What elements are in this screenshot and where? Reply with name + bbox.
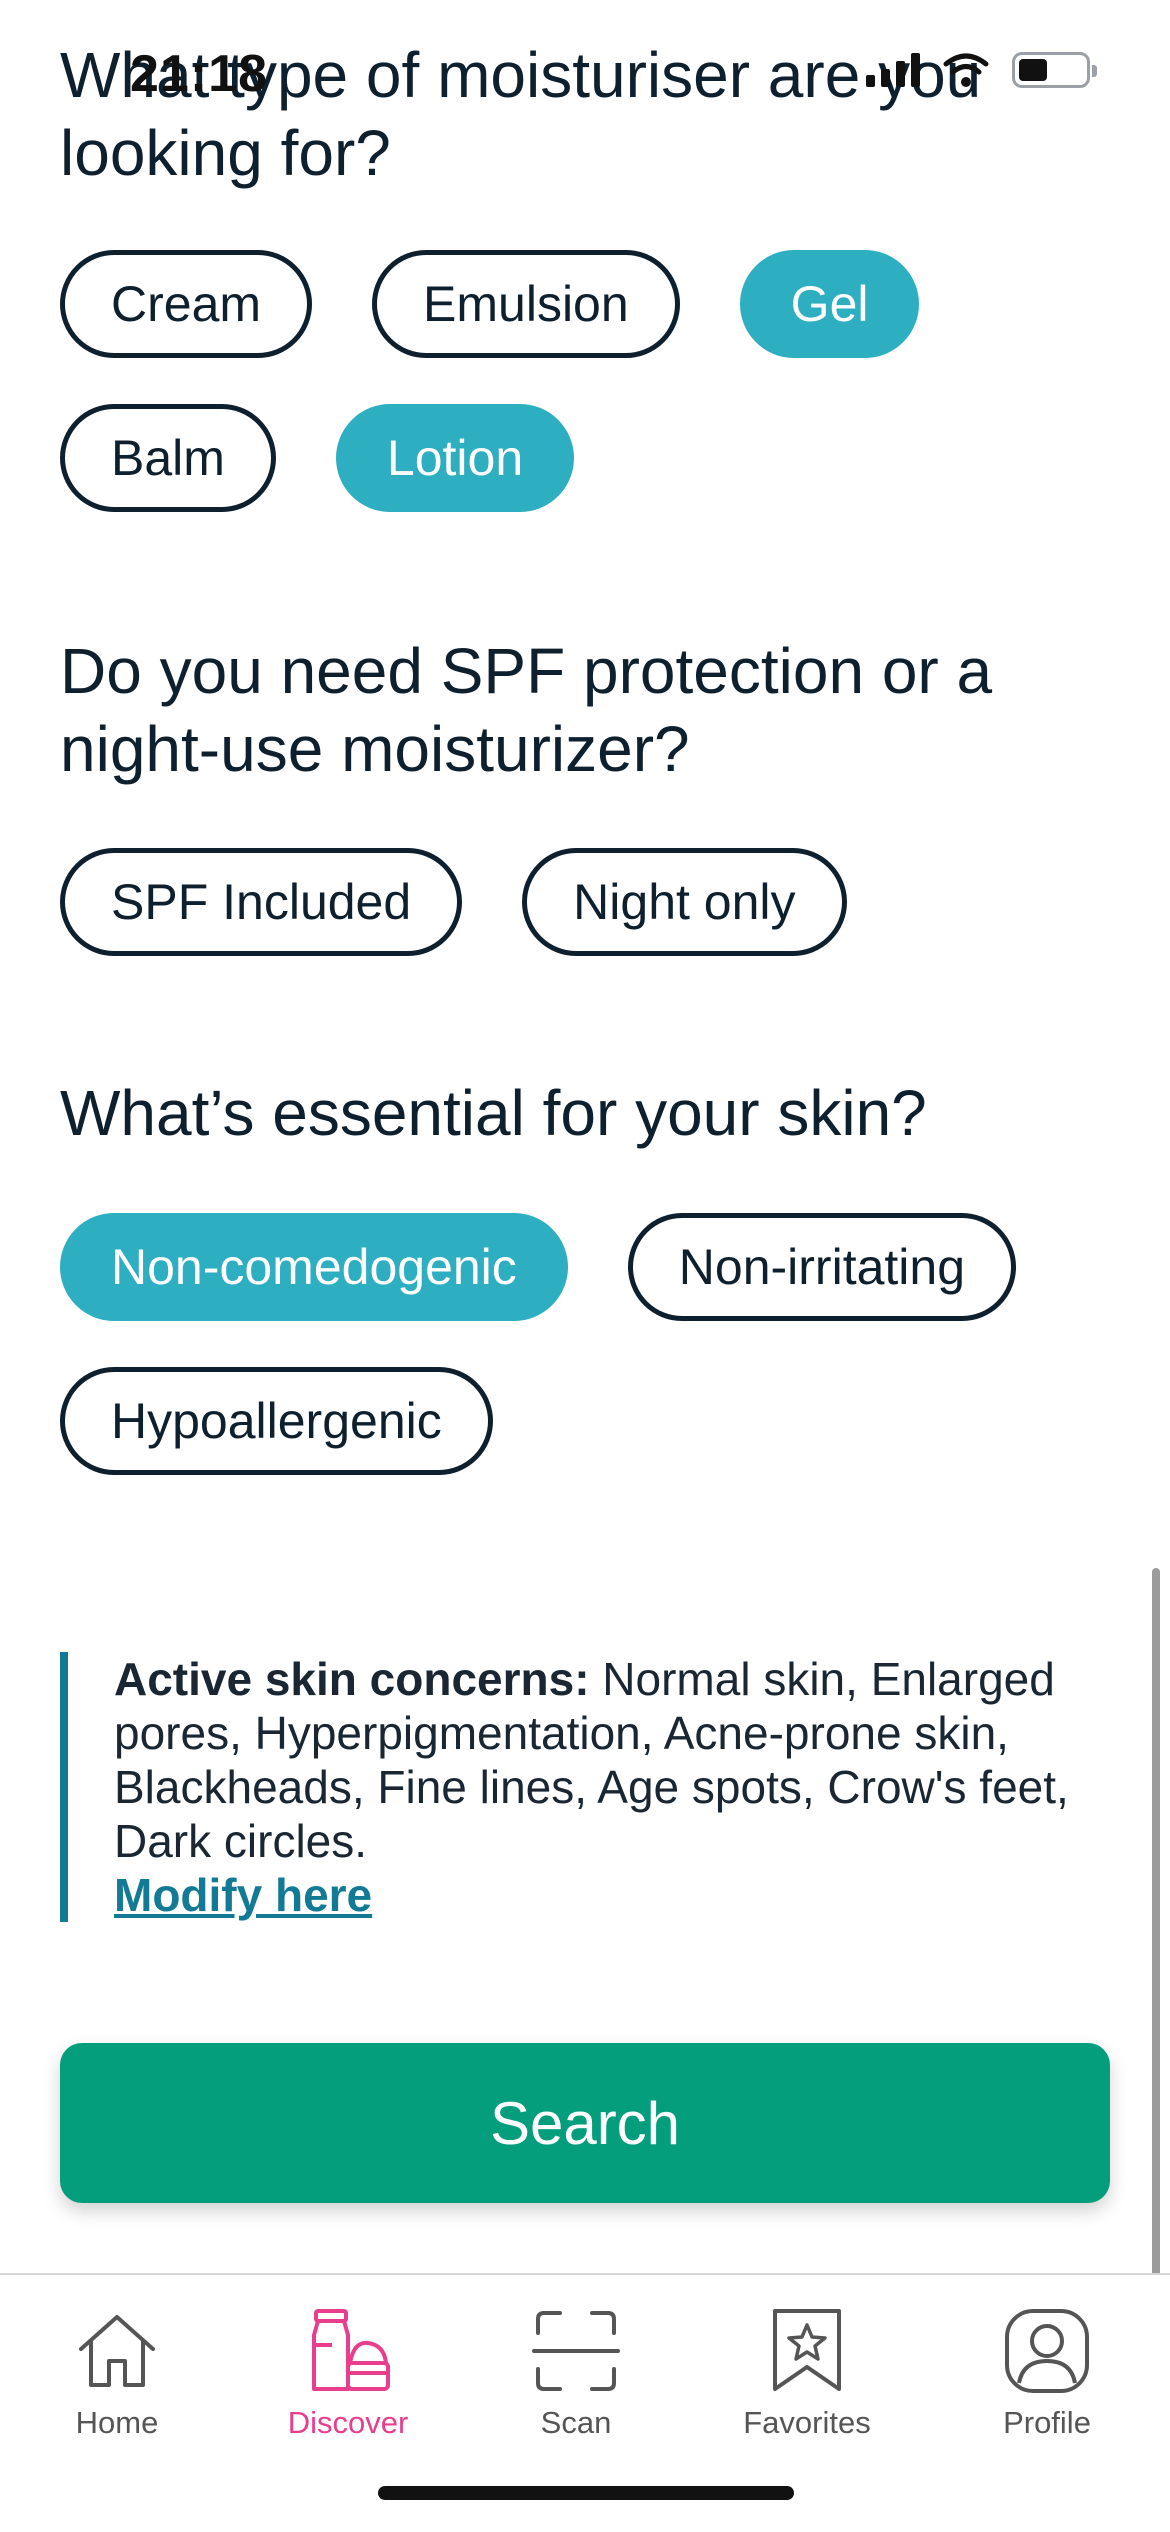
- option-cream[interactable]: Cream: [60, 250, 313, 358]
- scrollbar[interactable]: [1152, 1568, 1160, 2368]
- tab-discover-label: Discover: [287, 2405, 409, 2440]
- cellular-signal-icon: [866, 53, 920, 87]
- tab-home[interactable]: Home: [17, 2305, 217, 2441]
- tab-scan-label: Scan: [540, 2405, 612, 2440]
- option-night-only[interactable]: Night only: [522, 848, 847, 956]
- wifi-icon: [943, 53, 989, 87]
- tab-scan[interactable]: Scan: [476, 2305, 676, 2441]
- profile-icon: [1005, 2309, 1089, 2393]
- option-non-comedogenic[interactable]: Non-comedogenic: [60, 1213, 568, 1321]
- scan-icon: [532, 2311, 620, 2391]
- question-essential-title: What’s essential for your skin?: [60, 1077, 927, 1149]
- option-hypoallergenic[interactable]: Hypoallergenic: [60, 1367, 493, 1475]
- status-icons: [866, 52, 1097, 88]
- home-indicator: [378, 2486, 794, 2500]
- favorites-icon: [773, 2309, 841, 2391]
- essential-options: Non-comedogenic Non-irritating Hypoaller…: [60, 1213, 1130, 1475]
- option-spf-included[interactable]: SPF Included: [60, 848, 463, 956]
- battery-icon: [1012, 52, 1097, 88]
- tab-profile-label: Profile: [1003, 2405, 1091, 2440]
- tab-favorites[interactable]: Favorites: [707, 2305, 907, 2441]
- active-skin-concerns: Active skin concerns: Normal skin, Enlar…: [60, 1652, 1110, 1922]
- status-bar: 21:18: [0, 0, 1170, 150]
- spf-options: SPF Included Night only: [60, 848, 1130, 956]
- tab-profile[interactable]: Profile: [947, 2305, 1147, 2441]
- tab-home-label: Home: [75, 2405, 159, 2440]
- option-emulsion[interactable]: Emulsion: [372, 250, 680, 358]
- tab-favorites-label: Favorites: [743, 2405, 871, 2440]
- option-lotion[interactable]: Lotion: [335, 404, 575, 512]
- search-button[interactable]: Search: [60, 2043, 1110, 2203]
- concerns-label: Active skin concerns:: [114, 1653, 590, 1705]
- tab-discover[interactable]: Discover: [248, 2305, 448, 2441]
- option-gel[interactable]: Gel: [739, 250, 920, 358]
- status-time: 21:18: [130, 45, 268, 103]
- type-options: Cream Emulsion Gel Balm Lotion: [60, 250, 1130, 512]
- option-balm[interactable]: Balm: [60, 404, 276, 512]
- home-icon: [79, 2315, 155, 2387]
- discover-icon: [312, 2309, 390, 2391]
- modify-concerns-link[interactable]: Modify here: [114, 1868, 372, 1922]
- question-spf-title: Do you need SPF protection or a night-us…: [60, 635, 993, 785]
- option-non-irritating[interactable]: Non-irritating: [627, 1213, 1017, 1321]
